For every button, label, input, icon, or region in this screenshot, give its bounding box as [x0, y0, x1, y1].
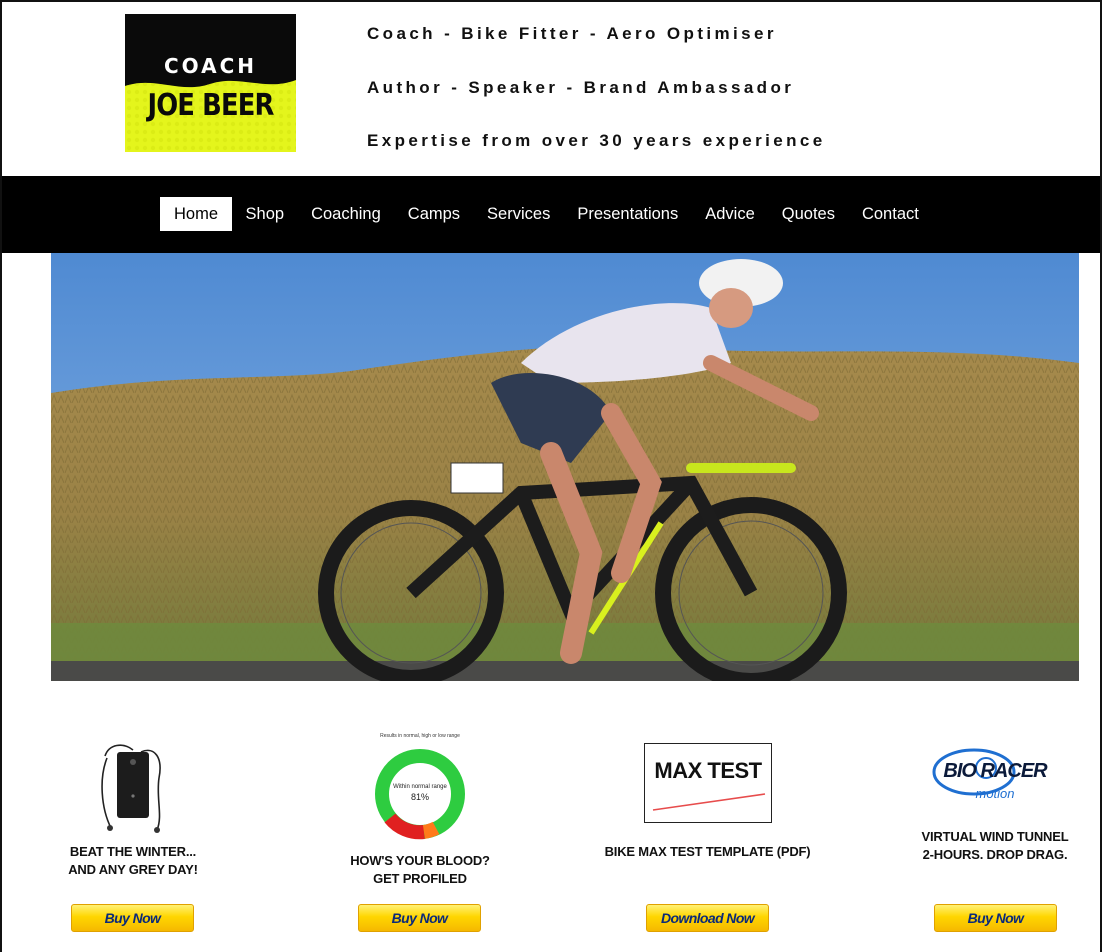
product-title-line2: GET PROFILED	[373, 871, 467, 886]
tagline-3: Expertise from over 30 years experience	[367, 131, 826, 150]
main-nav: Home Shop Coaching Camps Services Presen…	[2, 176, 1100, 253]
site-logo[interactable]: COACH JOE BEER	[125, 14, 296, 152]
max-test-card-text: MAX TEST	[654, 758, 762, 783]
product-title-line2: 2-HOURS. DROP DRAG.	[922, 847, 1068, 862]
tagline-1: Coach - Bike Fitter - Aero Optimiser	[367, 24, 777, 43]
chart-label: Within normal range	[393, 784, 447, 790]
nav-item-shop[interactable]: Shop	[232, 197, 298, 231]
tagline-2: Author - Speaker - Brand Ambassador	[367, 78, 795, 97]
bio-racer-logo-text: BIO RACER	[943, 760, 1047, 782]
nav-item-home[interactable]: Home	[160, 197, 233, 231]
product-title-line2: AND ANY GREY DAY!	[68, 862, 198, 877]
light-therapy-device-icon	[101, 744, 161, 833]
logo-line2: JOE BEER	[147, 88, 274, 123]
buy-now-button[interactable]: Buy Now	[934, 904, 1057, 932]
hero-image	[51, 253, 1079, 681]
max-test-line-icon	[652, 793, 766, 811]
max-test-card-icon: MAX TEST	[644, 743, 772, 823]
bio-racer-logo-sub: motion	[975, 786, 1015, 801]
nav-item-quotes[interactable]: Quotes	[768, 197, 848, 231]
nav-item-services[interactable]: Services	[474, 197, 564, 231]
download-now-button[interactable]: Download Now	[646, 904, 769, 932]
nav-item-coaching[interactable]: Coaching	[298, 197, 395, 231]
chart-caption: Results in normal, high or low range	[380, 733, 460, 739]
buy-now-button[interactable]: Buy Now	[358, 904, 481, 932]
nav-item-advice[interactable]: Advice	[692, 197, 769, 231]
buy-now-button[interactable]: Buy Now	[71, 904, 194, 932]
cyclist-photo	[51, 253, 1079, 681]
product-title-line1: BEAT THE WINTER...	[69, 844, 197, 859]
chart-value: 81%	[410, 792, 429, 802]
product-title-line1: HOW'S YOUR BLOOD?	[350, 853, 490, 868]
nav-item-contact[interactable]: Contact	[848, 197, 932, 231]
nav-item-presentations[interactable]: Presentations	[564, 197, 692, 231]
product-title-line1: VIRTUAL WIND TUNNEL	[921, 829, 1069, 844]
nav-item-camps[interactable]: Camps	[394, 197, 473, 231]
logo-line1: COACH	[163, 54, 258, 78]
product-title-line1: BIKE MAX TEST TEMPLATE (PDF)	[604, 844, 811, 859]
